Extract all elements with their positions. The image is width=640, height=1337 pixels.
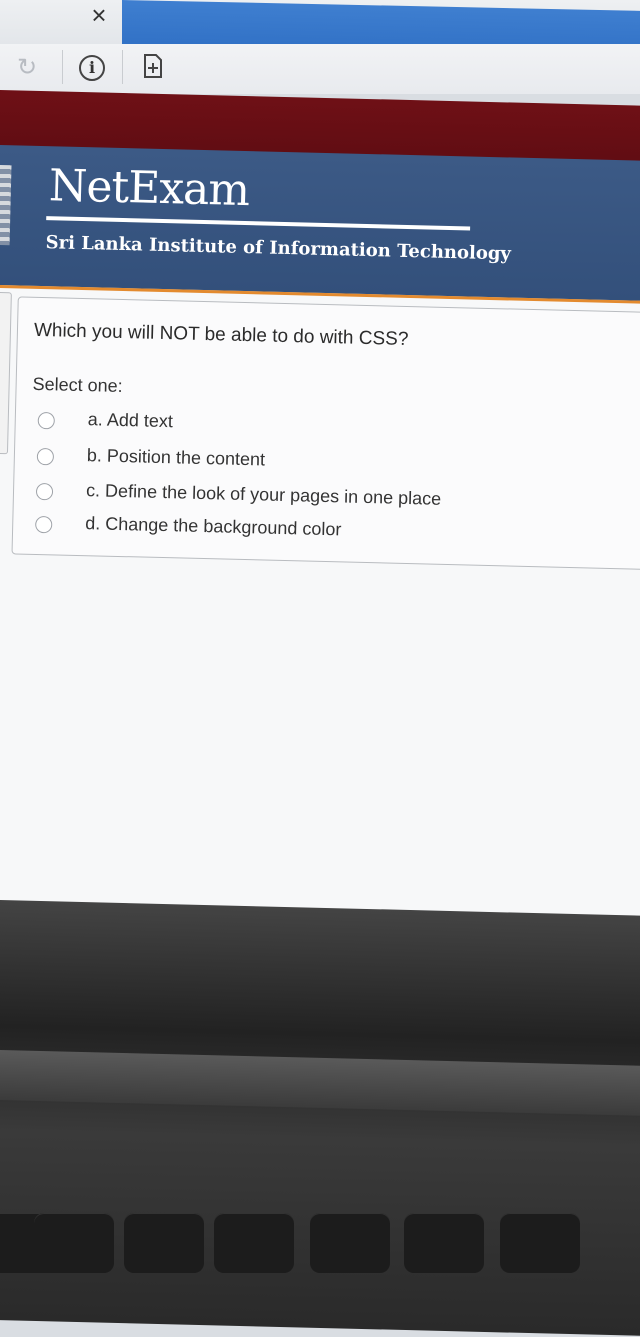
answer-option-label[interactable]: a. Add text [88, 409, 174, 432]
laptop-hinge [0, 1049, 640, 1118]
site-header: NetExam Sri Lanka Institute of Informati… [0, 145, 640, 306]
add-page-icon[interactable] [143, 54, 163, 78]
question-card: Which you will NOT be able to do with CS… [11, 296, 640, 572]
keyboard-key [124, 1213, 204, 1273]
keyboard-key [500, 1213, 580, 1273]
answer-option-label[interactable]: c. Define the look of your pages in one … [86, 480, 442, 510]
question-text: Which you will NOT be able to do with CS… [33, 319, 409, 350]
site-logo[interactable]: NetExam [48, 160, 249, 216]
answer-option-label[interactable]: d. Change the background color [85, 513, 342, 540]
answer-option-a[interactable]: a. Add text [37, 408, 598, 450]
header-side-graphic [0, 164, 12, 246]
site-info-icon[interactable]: i [79, 55, 105, 81]
select-one-label: Select one: [32, 373, 123, 397]
radio-button[interactable] [35, 482, 54, 501]
radio-button[interactable] [37, 411, 55, 430]
radio-button[interactable] [35, 515, 53, 534]
question-info-panel [0, 291, 12, 455]
close-tab-icon[interactable]: × [86, 0, 112, 30]
main-content: Which you will NOT be able to do with CS… [0, 288, 640, 945]
keyboard-key [404, 1213, 484, 1273]
keyboard-key [214, 1213, 294, 1273]
toolbar-divider [122, 50, 123, 84]
reload-icon[interactable]: ↻ [14, 54, 40, 82]
radio-button[interactable] [36, 447, 55, 466]
site-tagline: Sri Lanka Institute of Information Techn… [45, 232, 512, 265]
browser-tab-strip: × [0, 0, 640, 63]
toolbar-divider [62, 50, 63, 84]
keyboard-key [310, 1213, 390, 1273]
browser-toolbar: ↻ i [0, 44, 640, 94]
answer-option-b[interactable]: b. Position the content [36, 444, 598, 486]
keyboard-key [34, 1213, 114, 1273]
logo-underline [46, 216, 471, 231]
answer-option-label[interactable]: b. Position the content [87, 445, 266, 470]
keyboard-row [0, 1195, 640, 1280]
